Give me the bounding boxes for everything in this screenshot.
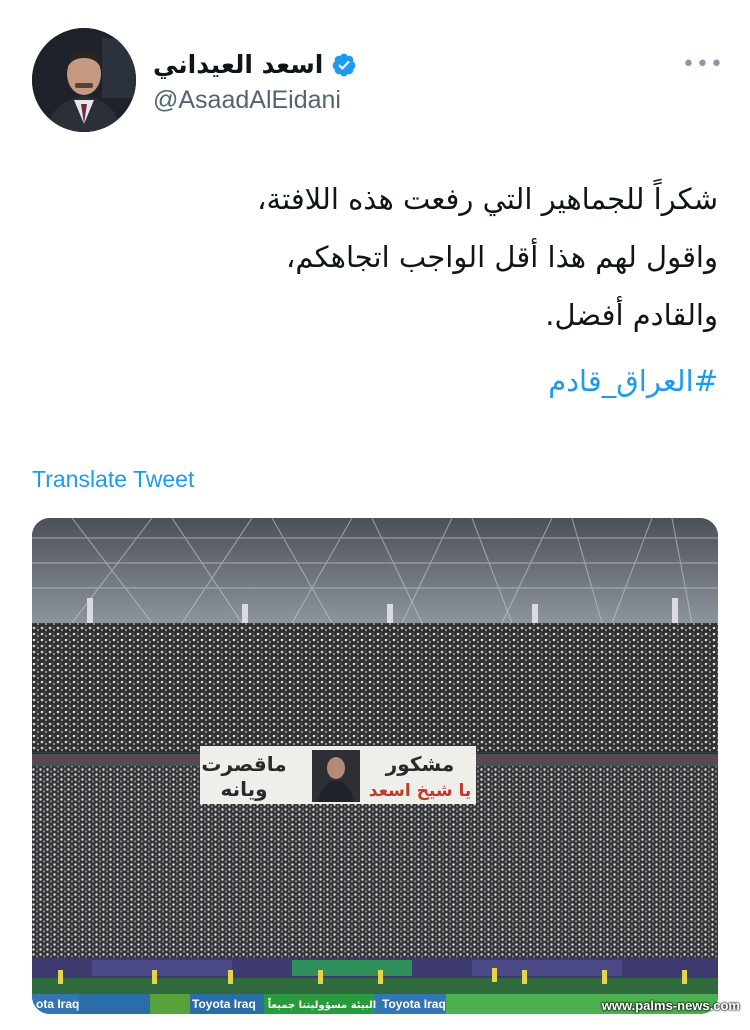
banner-text: ماقصرت — [201, 752, 286, 776]
more-dots-icon[interactable]: ••• — [682, 52, 724, 77]
watermark: www.palms-news.com — [601, 998, 740, 1013]
banner-text: ويانه — [220, 777, 267, 801]
banner-text: مشكور — [385, 752, 454, 776]
ad-board-text: Toyota Iraq — [192, 997, 256, 1011]
tweet-line: والقادم أفضل. — [545, 298, 718, 332]
translate-tweet-link[interactable]: Translate Tweet — [32, 466, 194, 493]
display-name[interactable]: اسعد العيداني — [153, 50, 323, 79]
stadium-photo: ماقصرت ويانه مشكور يا شيخ اسعد ota Iraq … — [32, 518, 718, 1014]
avatar[interactable] — [32, 28, 136, 132]
tweet-line: واقول لهم هذا أقل الواجب اتجاهكم، — [285, 240, 718, 274]
banner-text: يا شيخ اسعد — [369, 781, 471, 801]
user-handle[interactable]: @AsaadAlEidani — [153, 86, 341, 115]
tweet-photo[interactable]: ماقصرت ويانه مشكور يا شيخ اسعد ota Iraq … — [32, 518, 718, 1014]
ad-board-text: ota Iraq — [36, 997, 79, 1011]
tweet-line: شكراً للجماهير التي رفعت هذه اللافتة، — [257, 182, 718, 216]
tweet-text: شكراً للجماهير التي رفعت هذه اللافتة، وا… — [98, 170, 718, 344]
verified-badge-icon — [331, 52, 357, 78]
hashtag-link[interactable]: #العراق_قادم — [548, 364, 718, 398]
ad-board-text: Toyota Iraq — [382, 997, 446, 1011]
avatar-portrait — [32, 28, 136, 132]
